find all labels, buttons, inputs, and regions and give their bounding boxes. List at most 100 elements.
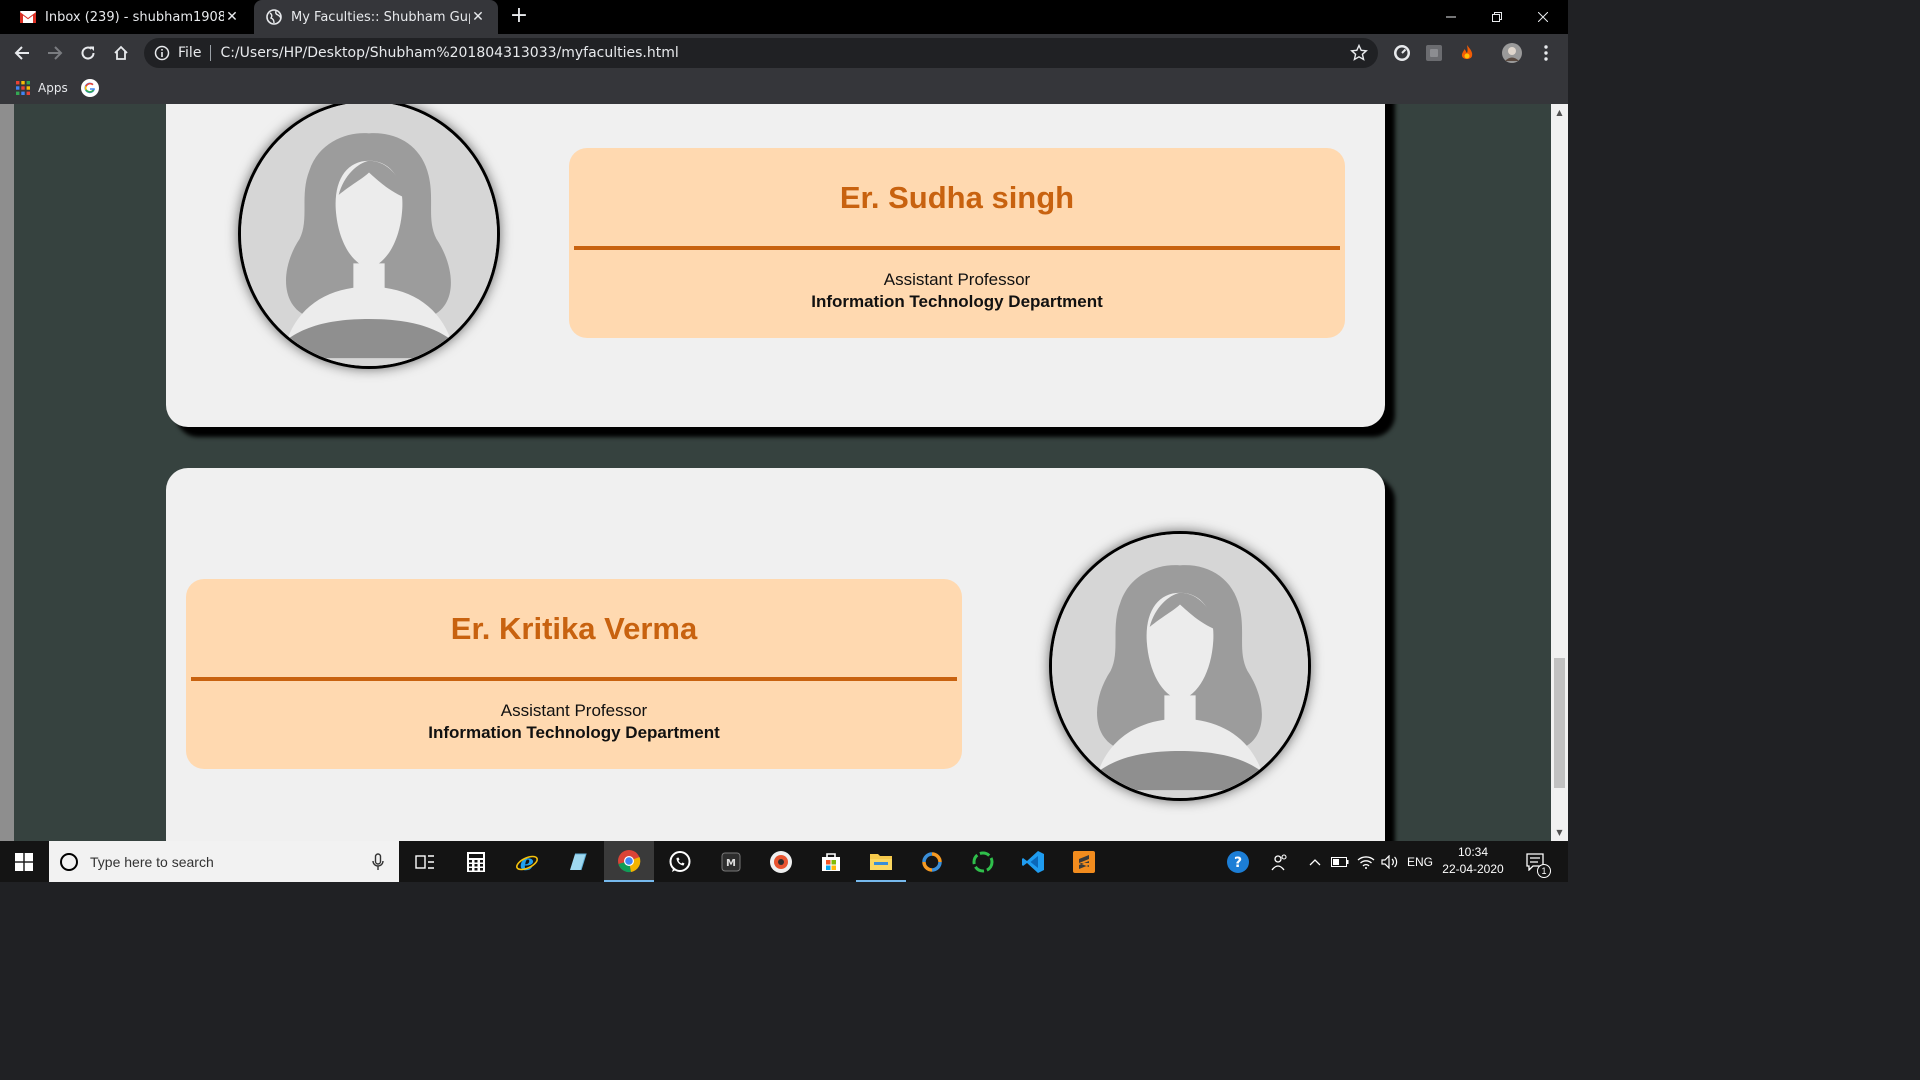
- notes-app-icon: [570, 853, 587, 870]
- faculty-name: Er. Kritika Verma: [450, 611, 698, 646]
- bookmark-star-icon[interactable]: [1350, 43, 1368, 62]
- taskbar-calculator[interactable]: [451, 841, 501, 882]
- url-scheme-label: File: [178, 45, 202, 61]
- close-tab-icon[interactable]: ✕: [470, 9, 486, 25]
- minimize-button[interactable]: [1428, 0, 1474, 34]
- forward-button[interactable]: [43, 41, 67, 65]
- search-placeholder: Type here to search: [90, 853, 214, 870]
- vscode-icon: [1022, 850, 1044, 873]
- faculty-info-box: Er. Sudha singh Assistant Professor Info…: [569, 148, 1345, 338]
- task-view-icon: [415, 854, 434, 869]
- faculty-info-box: Er. Kritika Verma Assistant Professor In…: [186, 579, 962, 769]
- browser-toolbar: File C:/Users/HP/Desktop/Shubham%2018043…: [0, 34, 1568, 72]
- tab-gmail-inbox[interactable]: Inbox (239) - shubham1908gupta ✕: [8, 0, 252, 34]
- apps-grid-icon: [16, 81, 30, 95]
- faculty-card: Er. Sudha singh Assistant Professor Info…: [166, 104, 1385, 427]
- taskbar-sublime-text[interactable]: [1059, 841, 1109, 882]
- home-button[interactable]: [109, 41, 133, 65]
- taskbar-chrome[interactable]: [604, 841, 654, 882]
- chrome-icon: [618, 849, 641, 872]
- people-tray-icon[interactable]: [1266, 841, 1294, 882]
- taskbar-media-player[interactable]: [756, 841, 806, 882]
- back-button[interactable]: [10, 41, 34, 65]
- svg-text:M: M: [726, 858, 736, 869]
- taskbar-file-explorer[interactable]: [856, 841, 906, 882]
- faculty-avatar: [1049, 531, 1311, 801]
- taskbar-app-launcher[interactable]: M: [706, 841, 756, 882]
- media-player-icon: [770, 850, 792, 873]
- scroll-down-arrow-icon[interactable]: ▼: [1555, 828, 1564, 837]
- new-tab-button[interactable]: +: [508, 5, 530, 28]
- tab-my-faculties[interactable]: My Faculties:: Shubham Gupta ✕: [254, 0, 498, 34]
- divider: [191, 677, 957, 681]
- close-tab-icon[interactable]: ✕: [224, 9, 240, 25]
- volume-icon[interactable]: [1378, 841, 1402, 882]
- folder-icon: [870, 853, 892, 870]
- extension-square-icon[interactable]: [1424, 43, 1444, 63]
- page-left-border: [0, 104, 14, 841]
- wifi-icon[interactable]: [1354, 841, 1378, 882]
- profile-avatar[interactable]: [1502, 43, 1522, 63]
- cortana-icon: [60, 852, 78, 871]
- start-button[interactable]: [0, 841, 48, 882]
- taskbar-store[interactable]: [806, 841, 856, 882]
- tab-title: Inbox (239) - shubham1908gupta: [45, 9, 224, 25]
- store-icon: [822, 852, 840, 871]
- task-view-button[interactable]: [400, 841, 450, 882]
- tab-strip: Inbox (239) - shubham1908gupta ✕ My Facu…: [0, 0, 1568, 34]
- app-icon: M: [721, 852, 741, 871]
- page-scrollbar[interactable]: ▲ ▼: [1551, 104, 1568, 841]
- divider: [574, 246, 1340, 250]
- page-viewport: Er. Sudha singh Assistant Professor Info…: [0, 104, 1568, 841]
- extension-speedometer-icon[interactable]: [1392, 43, 1412, 63]
- taskbar-search-box[interactable]: Type here to search: [49, 841, 399, 882]
- circular-app-icon: [972, 851, 994, 872]
- taskbar-sync-app[interactable]: [907, 841, 957, 882]
- bookmarks-bar: Apps: [0, 72, 1568, 104]
- action-center-button[interactable]: 1: [1520, 841, 1552, 882]
- help-tray-icon[interactable]: ?: [1222, 841, 1254, 882]
- faculty-card: Er. Kritika Verma Assistant Professor In…: [166, 468, 1385, 841]
- url-text[interactable]: C:/Users/HP/Desktop/Shubham%201804313033…: [220, 45, 678, 61]
- scroll-up-arrow-icon[interactable]: ▲: [1555, 108, 1564, 117]
- notification-count-badge: 1: [1537, 864, 1551, 878]
- taskbar-whatsapp[interactable]: [655, 841, 705, 882]
- apps-label: Apps: [38, 81, 68, 95]
- extension-flame-icon[interactable]: [1457, 43, 1477, 63]
- divider: [210, 45, 212, 61]
- google-icon: [81, 79, 99, 97]
- input-language-indicator[interactable]: ENG: [1404, 841, 1436, 882]
- faculty-department: Information Technology Department: [428, 723, 720, 742]
- reload-button[interactable]: [76, 41, 100, 65]
- close-window-button[interactable]: [1520, 0, 1566, 34]
- apps-shortcut[interactable]: Apps: [16, 78, 68, 98]
- clock-time: 10:34: [1457, 845, 1489, 859]
- microphone-icon[interactable]: [371, 852, 385, 871]
- windows-logo-icon: [15, 852, 33, 871]
- info-icon[interactable]: [154, 45, 170, 61]
- faculty-avatar: [238, 104, 500, 369]
- svg-text:e: e: [520, 850, 534, 874]
- tab-title: My Faculties:: Shubham Gupta: [291, 9, 470, 25]
- female-silhouette-icon: [241, 104, 497, 366]
- faculty-department: Information Technology Department: [811, 292, 1103, 311]
- taskbar-notes-app[interactable]: [553, 841, 603, 882]
- faculty-name: Er. Sudha singh: [839, 180, 1075, 215]
- taskbar-internet-explorer[interactable]: e: [502, 841, 552, 882]
- taskbar-vscode[interactable]: [1008, 841, 1058, 882]
- restore-button[interactable]: [1474, 0, 1520, 34]
- faculty-designation: Assistant Professor: [500, 701, 648, 720]
- sublime-text-icon: [1073, 850, 1095, 873]
- chrome-menu-icon[interactable]: [1536, 43, 1556, 63]
- show-hidden-icons-chevron-icon[interactable]: [1304, 841, 1326, 882]
- google-bookmark[interactable]: [81, 78, 99, 98]
- svg-text:?: ?: [1234, 855, 1242, 871]
- battery-icon[interactable]: [1328, 841, 1352, 882]
- internet-explorer-icon: e: [516, 850, 538, 874]
- clock-date: 22-04-2020: [1442, 862, 1504, 876]
- taskbar-refresh-app[interactable]: [958, 841, 1008, 882]
- system-clock[interactable]: 10:34 22-04-2020: [1440, 844, 1506, 878]
- scrollbar-thumb[interactable]: [1554, 658, 1565, 788]
- gmail-icon: [20, 9, 36, 25]
- address-bar[interactable]: File C:/Users/HP/Desktop/Shubham%2018043…: [144, 38, 1378, 68]
